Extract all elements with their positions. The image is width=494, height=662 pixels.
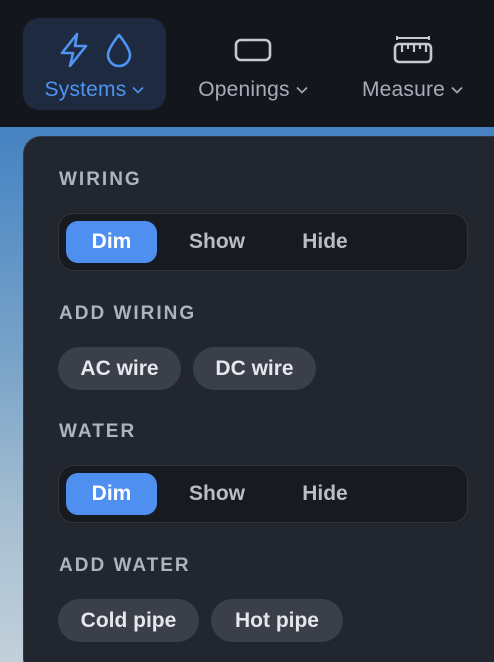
water-hide-option[interactable]: Hide [277, 473, 373, 515]
openings-menu-button[interactable]: Openings [188, 18, 318, 110]
systems-label: Systems [44, 78, 127, 101]
water-section-title: WATER [59, 421, 137, 442]
add-wiring-section-title: ADD WIRING [59, 303, 197, 324]
ac-wire-button[interactable]: AC wire [58, 347, 181, 390]
hot-pipe-button[interactable]: Hot pipe [211, 599, 343, 642]
water-visibility-control: Dim Show Hide [58, 465, 468, 523]
chevron-down-icon [451, 86, 463, 94]
water-show-option[interactable]: Show [169, 473, 265, 515]
measure-menu-button[interactable]: Measure [350, 18, 475, 110]
openings-label: Openings [198, 78, 290, 101]
dc-wire-button[interactable]: DC wire [193, 347, 316, 390]
cold-pipe-button[interactable]: Cold pipe [58, 599, 199, 642]
wiring-visibility-control: Dim Show Hide [58, 213, 468, 271]
water-drop-icon [105, 32, 133, 73]
wiring-show-option[interactable]: Show [169, 221, 265, 263]
add-water-section-title: ADD WATER [59, 555, 191, 576]
systems-icons [57, 30, 133, 74]
wiring-dim-option[interactable]: Dim [66, 221, 157, 263]
chevron-down-icon [296, 86, 308, 94]
systems-menu-button[interactable]: Systems [23, 18, 166, 110]
bolt-icon [57, 32, 91, 73]
rectangle-icon [234, 37, 272, 68]
wiring-section-title: WIRING [59, 169, 142, 190]
water-dim-option[interactable]: Dim [66, 473, 157, 515]
chevron-down-icon [132, 86, 145, 94]
measure-label: Measure [361, 78, 446, 101]
wiring-hide-option[interactable]: Hide [277, 221, 373, 263]
systems-dropdown-panel: WIRING Dim Show Hide ADD WIRING AC wire … [23, 136, 494, 662]
ruler-icon [393, 34, 433, 71]
top-toolbar: Systems Openings Measure [0, 0, 494, 127]
